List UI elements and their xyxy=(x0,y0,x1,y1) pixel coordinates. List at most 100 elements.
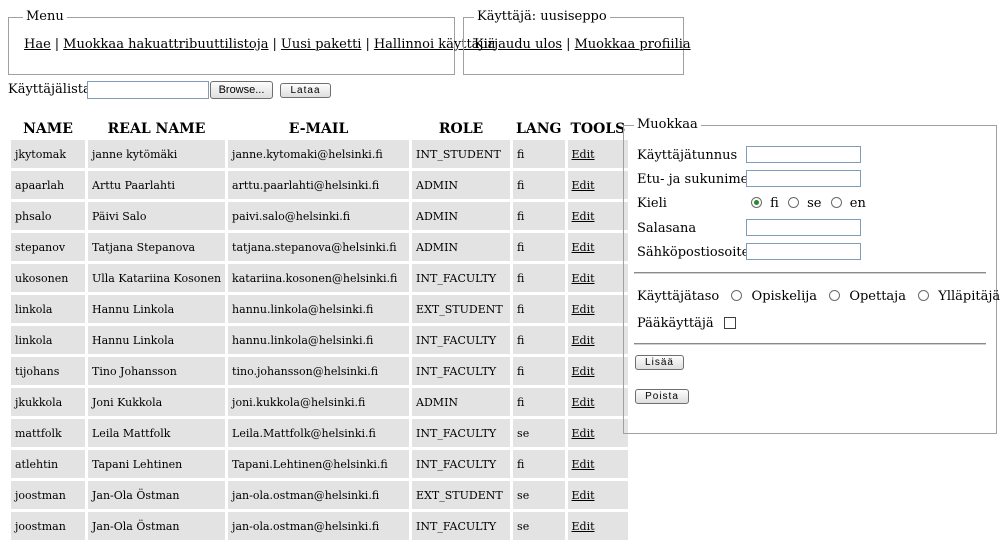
cell-lang: se xyxy=(513,512,565,540)
cell-lang: fi xyxy=(513,357,565,385)
edit-link[interactable]: Edit xyxy=(572,365,595,378)
cell-username: ukosonen xyxy=(11,264,85,292)
level-option-opiskelija: Opiskelija xyxy=(751,289,818,304)
cell-role: INT_FACULTY xyxy=(412,357,511,385)
cell-real-name: Hannu Linkola xyxy=(88,326,226,354)
file-path-input[interactable] xyxy=(87,81,209,99)
edit-form-legend: Muokkaa xyxy=(634,117,701,133)
nav-link-uusi-paketti[interactable]: Uusi paketti xyxy=(281,37,362,52)
form-divider-2 xyxy=(634,343,986,345)
delete-button[interactable]: Poista xyxy=(635,389,689,404)
cell-username: atlehtin xyxy=(11,450,85,478)
language-option-se: se xyxy=(807,196,822,211)
cell-username: mattfolk xyxy=(11,419,85,447)
cell-lang: fi xyxy=(513,202,565,230)
menu-box: Menu Hae | Muokkaa hakuattribuuttilistoja |… xyxy=(8,9,495,75)
cell-username: phsalo xyxy=(11,202,85,230)
cell-tools: Edit xyxy=(567,326,629,354)
table-row: jkukkola Joni Kukkola joni.kukkola@helsink… xyxy=(11,388,629,416)
cell-tools: Edit xyxy=(567,357,629,385)
cell-tools: Edit xyxy=(567,450,629,478)
edit-link[interactable]: Edit xyxy=(572,489,595,502)
edit-link[interactable]: Edit xyxy=(572,520,595,533)
cell-role: ADMIN xyxy=(412,202,511,230)
table-row: apaarlah Arttu Paarlahti arttu.paarlahti@h… xyxy=(11,171,629,199)
edit-profile-link[interactable]: Muokkaa profiilia xyxy=(574,37,690,52)
edit-link[interactable]: Edit xyxy=(572,179,595,192)
cell-role: INT_FACULTY xyxy=(412,326,511,354)
edit-link[interactable]: Edit xyxy=(572,148,595,161)
cell-tools: Edit xyxy=(567,202,629,230)
cell-role: EXT_STUDENT xyxy=(412,295,511,323)
cell-lang: fi xyxy=(513,171,565,199)
superuser-label: Pääkäyttäjä xyxy=(637,316,714,331)
cell-role: ADMIN xyxy=(412,171,511,199)
cell-email: hannu.linkola@helsinki.fi xyxy=(228,326,410,354)
cell-email: paivi.salo@helsinki.fi xyxy=(228,202,410,230)
superuser-checkbox[interactable] xyxy=(723,317,736,329)
level-option-yllapitaja: Ylläpitäjä xyxy=(938,289,1001,304)
nav-link-muokkaa-hakuattribuuttilistoja[interactable]: Muokkaa hakuattribuuttilistoja xyxy=(63,37,268,52)
cell-username: linkola xyxy=(11,295,85,323)
cell-role: INT_FACULTY xyxy=(412,512,511,540)
cell-real-name: Jan-Ola Östman xyxy=(88,481,226,509)
cell-real-name: Leila Mattfolk xyxy=(88,419,226,447)
cell-lang: fi xyxy=(513,388,565,416)
cell-role: INT_STUDENT xyxy=(412,140,511,168)
cell-email: hannu.linkola@helsinki.fi xyxy=(228,295,410,323)
language-option-en: en xyxy=(849,196,866,211)
language-radio-se[interactable] xyxy=(787,197,799,208)
language-label: Kieli xyxy=(637,196,667,211)
cell-tools: Edit xyxy=(567,419,629,447)
cell-username: joostman xyxy=(11,481,85,509)
username-input[interactable] xyxy=(746,146,861,163)
edit-link[interactable]: Edit xyxy=(572,303,595,316)
table-row: tijohans Tino Johansson tino.johansson@hel… xyxy=(11,357,629,385)
level-radio-yllapitaja[interactable] xyxy=(918,290,930,301)
logout-link[interactable]: Kirjaudu ulos xyxy=(474,37,562,52)
cell-real-name: Arttu Paarlahti xyxy=(88,171,226,199)
cell-email: Tapani.Lehtinen@helsinki.fi xyxy=(228,450,410,478)
cell-tools: Edit xyxy=(567,264,629,292)
cell-username: joostman xyxy=(11,512,85,540)
edit-link[interactable]: Edit xyxy=(572,272,595,285)
password-label: Salasana xyxy=(637,221,697,236)
language-radio-en[interactable] xyxy=(830,197,842,208)
table-row: joostman Jan-Ola Östman jan-ola.ostman@hel… xyxy=(11,481,629,509)
password-input[interactable] xyxy=(746,219,861,236)
form-divider xyxy=(634,272,986,274)
table-row: linkola Hannu Linkola hannu.linkola@helsin… xyxy=(11,326,629,354)
upload-button[interactable]: Lataa xyxy=(280,83,331,98)
cell-real-name: Tino Johansson xyxy=(88,357,226,385)
fullname-input[interactable] xyxy=(746,170,861,187)
nav-link-hae[interactable]: Hae xyxy=(24,37,51,52)
cell-role: ADMIN xyxy=(412,388,511,416)
table-row: stepanov Tatjana Stepanova tatjana.stepano… xyxy=(11,233,629,261)
browse-button[interactable]: Browse... xyxy=(210,81,273,99)
level-radio-opiskelija[interactable] xyxy=(731,290,743,301)
cell-real-name: Hannu Linkola xyxy=(88,295,226,323)
edit-link[interactable]: Edit xyxy=(572,427,595,440)
edit-link[interactable]: Edit xyxy=(572,210,595,223)
language-radio-fi[interactable] xyxy=(751,197,762,208)
col-header-real-name: REAL NAME xyxy=(107,120,206,137)
cell-email: arttu.paarlahti@helsinki.fi xyxy=(228,171,410,199)
cell-email: jan-ola.ostman@helsinki.fi xyxy=(228,512,410,540)
user-list-label: Käyttäjälista xyxy=(8,82,91,97)
fullname-label: Etu- ja sukunimet xyxy=(637,172,754,187)
cell-username: stepanov xyxy=(11,233,85,261)
cell-real-name: Jan-Ola Östman xyxy=(88,512,226,540)
add-button[interactable]: Lisää xyxy=(635,355,684,370)
cell-email: Leila.Mattfolk@helsinki.fi xyxy=(228,419,410,447)
edit-link[interactable]: Edit xyxy=(572,241,595,254)
edit-link[interactable]: Edit xyxy=(572,334,595,347)
edit-link[interactable]: Edit xyxy=(572,458,595,471)
table-row: phsalo Päivi Salo paivi.salo@helsinki.fi AD… xyxy=(11,202,629,230)
cell-email: tino.johansson@helsinki.fi xyxy=(228,357,410,385)
edit-form: Muokkaa Käyttäjätunnus Etu- ja sukunimet… xyxy=(623,117,1001,434)
table-row: joostman Jan-Ola Östman jan-ola.ostman@hel… xyxy=(11,512,629,540)
email-input[interactable] xyxy=(746,243,861,260)
level-radio-opettaja[interactable] xyxy=(829,290,841,301)
col-header-email: E-MAIL xyxy=(288,120,349,137)
edit-link[interactable]: Edit xyxy=(572,396,595,409)
